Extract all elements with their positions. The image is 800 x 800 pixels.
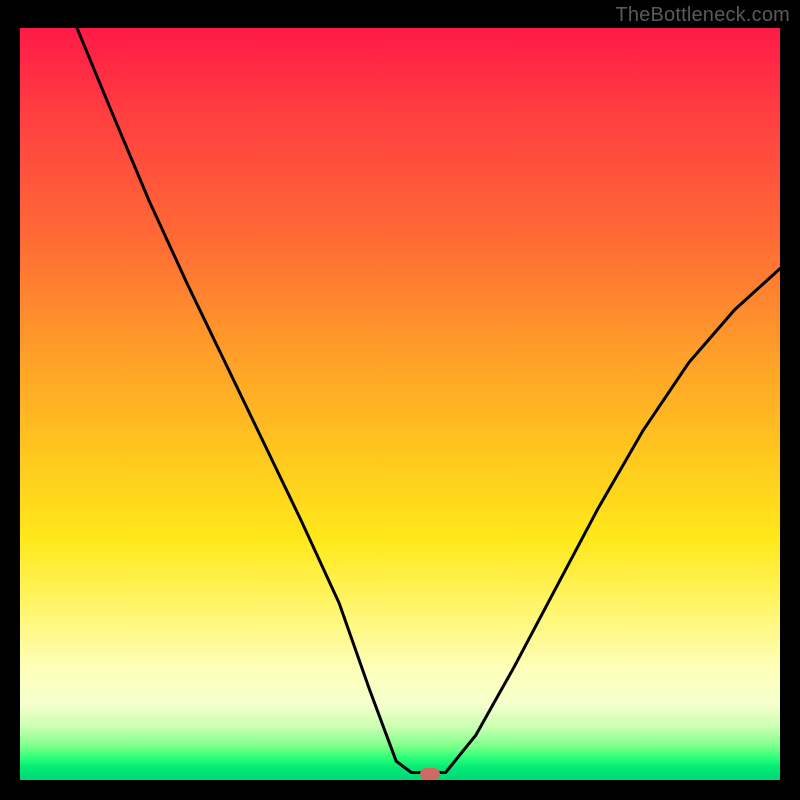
curve-path	[77, 28, 780, 773]
bottleneck-curve	[20, 28, 780, 780]
watermark-text: TheBottleneck.com	[615, 4, 790, 27]
plot-area	[20, 28, 780, 780]
chart-frame: TheBottleneck.com	[0, 0, 800, 800]
bottleneck-marker	[420, 768, 440, 780]
